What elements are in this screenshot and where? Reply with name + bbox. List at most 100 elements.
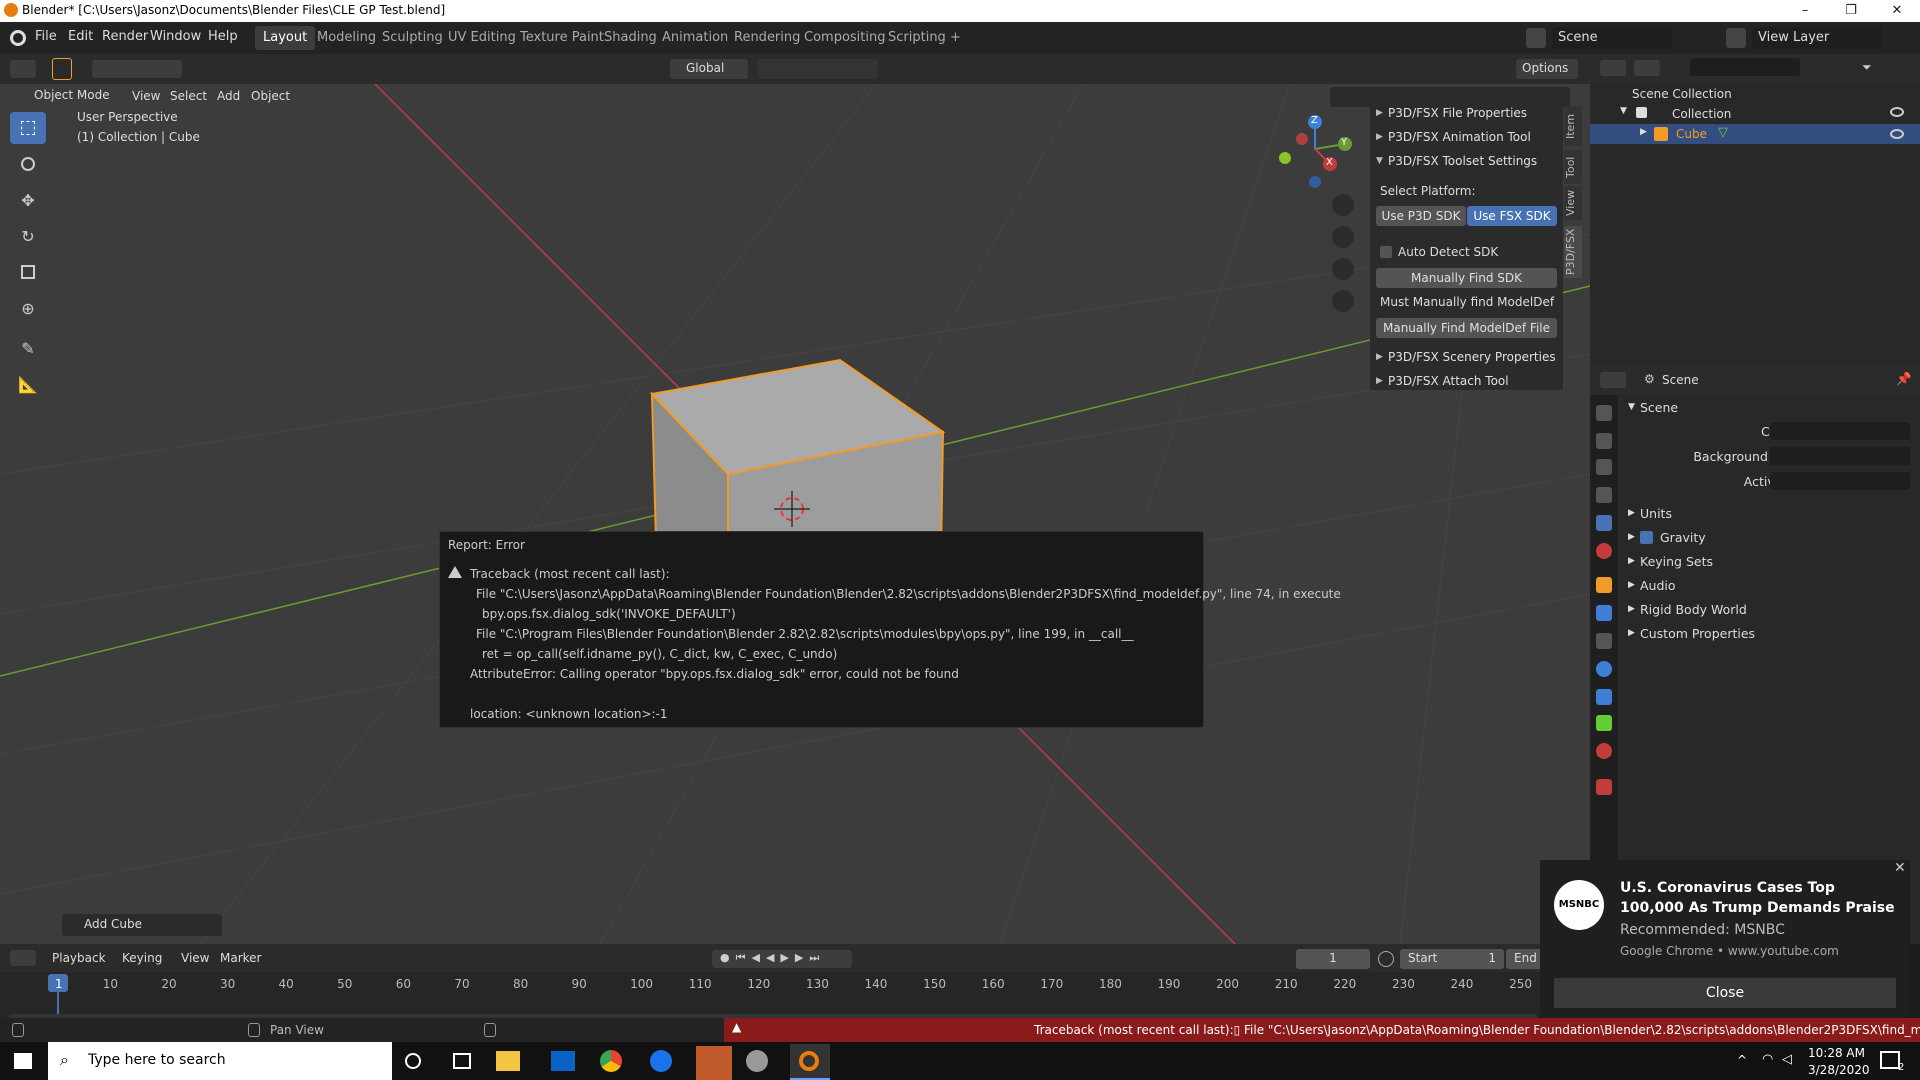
volume-icon[interactable]: ◁ [1782,1052,1792,1067]
minimize-button[interactable]: – [1782,0,1828,22]
tab-item[interactable]: Item [1564,106,1582,146]
pan-hand-icon[interactable] [1332,226,1354,248]
tab-tool[interactable]: Tool [1564,150,1582,184]
use-p3d-sdk-button[interactable]: Use P3D SDK [1376,206,1466,226]
outliner-row-cube[interactable]: ▶ Cube ▽ [1590,124,1920,144]
outliner-search-input[interactable] [1690,58,1800,76]
task-view-icon[interactable] [453,1053,471,1069]
playback-controls[interactable]: ●⏮◀◀▶▶⏭ [712,950,852,968]
modifier-props-icon[interactable] [1596,605,1612,621]
add-workspace-button[interactable]: + [942,26,969,50]
measure-tool-button[interactable]: 📐 [10,368,46,400]
active-clip-field[interactable] [1770,472,1910,490]
units-section[interactable]: Units [1640,506,1672,521]
cortana-icon[interactable] [405,1053,421,1069]
material-props-icon[interactable] [1596,743,1612,759]
gravity-section[interactable]: Gravity [1660,530,1706,545]
clock-date[interactable]: 3/28/2020 [1808,1063,1870,1077]
transform-tool-button[interactable]: ⊕ [10,292,46,324]
view-layer-icon[interactable] [1726,28,1746,48]
scene-panel-title[interactable]: Scene [1640,400,1678,415]
scene-props-icon[interactable] [1596,515,1612,531]
notification-close-button[interactable]: Close [1554,978,1896,1008]
timeline-editor-icon[interactable] [10,950,36,966]
network-icon[interactable]: ◠ [1762,1052,1773,1067]
view-layer-selector[interactable]: View Layer [1752,27,1882,49]
filter-icon[interactable]: ⏷ [1862,60,1880,76]
section-file-properties[interactable]: ▶ P3D/FSX File Properties [1370,102,1563,124]
select-tool-button[interactable] [10,112,46,144]
blender-taskbar-icon[interactable] [790,1044,830,1080]
texture-props-icon[interactable] [1596,779,1612,795]
menu-render[interactable]: Render [102,29,148,44]
chrome-notification[interactable]: MSNBC U.S. Coronavirus Cases Top 100,000… [1540,860,1910,1018]
scene-selector[interactable]: Scene [1552,27,1672,49]
output-props-icon[interactable] [1596,459,1612,475]
vp-menu-select[interactable]: Select [170,89,207,103]
rigid-body-section[interactable]: Rigid Body World [1640,602,1747,617]
collection-checkbox[interactable] [1636,107,1647,118]
taskbar-app-icon[interactable] [696,1046,732,1080]
outliner-collection[interactable]: Collection [1672,107,1731,121]
mail-icon[interactable] [551,1051,575,1071]
object-props-icon[interactable] [1596,577,1612,593]
manually-find-sdk-button[interactable]: Manually Find SDK [1376,268,1557,288]
move-tool-button[interactable]: ✥ [10,184,46,216]
custom-props-section[interactable]: Custom Properties [1640,626,1755,641]
timeline-menu-keying[interactable]: Keying [122,951,162,965]
view-layer-props-icon[interactable] [1596,487,1612,503]
render-props-icon[interactable] [1596,433,1612,449]
collection-visibility-icon[interactable] [1890,107,1904,117]
mode-dropdown[interactable]: Object Mode [12,88,120,106]
windows-start-icon[interactable] [14,1053,32,1069]
tab-modeling[interactable]: Modeling [309,26,384,50]
3d-viewport[interactable]: Z Y X Global Options Object Mode View Se… [0,54,1590,944]
annotate-tool-button[interactable]: ✎ [10,332,46,364]
taskbar-search-box[interactable]: ⌕ Type here to search [48,1042,392,1080]
cube-expand-icon[interactable]: ▶ [1640,127,1647,137]
auto-detect-checkbox[interactable] [1380,246,1392,258]
tab-compositing[interactable]: Compositing [796,26,894,50]
scale-tool-button[interactable] [10,256,46,288]
section-toolset-settings[interactable]: ▼ P3D/FSX Toolset Settings [1370,150,1563,172]
particle-props-icon[interactable] [1596,633,1612,649]
menu-window[interactable]: Window [150,29,201,44]
data-props-icon[interactable] [1596,715,1612,731]
orientation-dropdown[interactable]: Global [670,59,748,79]
selection-mode-group[interactable] [92,60,182,78]
outliner-editor-icon[interactable] [1600,60,1626,76]
section-attach-tool[interactable]: ▶ P3D/FSX Attach Tool [1370,370,1563,392]
menu-file[interactable]: File [35,29,57,44]
tab-view[interactable]: View [1564,186,1582,220]
grid-view-icon[interactable] [1332,290,1354,312]
preview-range-icon[interactable] [1378,951,1394,967]
keying-sets-section[interactable]: Keying Sets [1640,554,1713,569]
chrome-icon[interactable] [600,1050,622,1072]
start-frame-field[interactable]: Start 1 [1400,949,1504,969]
select-box-icon[interactable] [52,58,72,80]
gravity-checkbox[interactable] [1640,531,1653,544]
collection-expand-icon[interactable]: ▼ [1620,106,1627,116]
physics-props-icon[interactable] [1596,661,1612,677]
audio-section[interactable]: Audio [1640,578,1676,593]
world-props-icon[interactable] [1596,543,1612,559]
current-frame-field[interactable]: 1 [1296,949,1370,969]
notification-dismiss-icon[interactable]: ✕ [1894,860,1906,876]
use-fsx-sdk-button[interactable]: Use FSX SDK [1467,206,1557,226]
menu-edit[interactable]: Edit [68,29,93,44]
options-dropdown[interactable]: Options [1516,59,1578,79]
action-center-icon[interactable] [1880,1051,1900,1069]
scene-icon[interactable] [1526,28,1546,48]
tab-layout[interactable]: Layout [255,26,316,50]
last-operator-panel[interactable]: Add Cube [62,914,222,936]
edge-icon[interactable] [650,1050,672,1072]
vp-menu-add[interactable]: Add [217,89,240,103]
camera-field[interactable] [1770,422,1910,440]
find-modeldef-button[interactable]: Manually Find ModelDef File [1376,318,1557,338]
tool-props-icon[interactable] [1596,405,1612,421]
vp-menu-object[interactable]: Object [251,89,290,103]
zoom-icon[interactable] [1332,194,1354,216]
taskbar-app2-icon[interactable] [746,1050,768,1072]
camera-view-icon[interactable] [1332,258,1354,280]
section-scenery-properties[interactable]: ▶ P3D/FSX Scenery Properties [1370,346,1563,368]
